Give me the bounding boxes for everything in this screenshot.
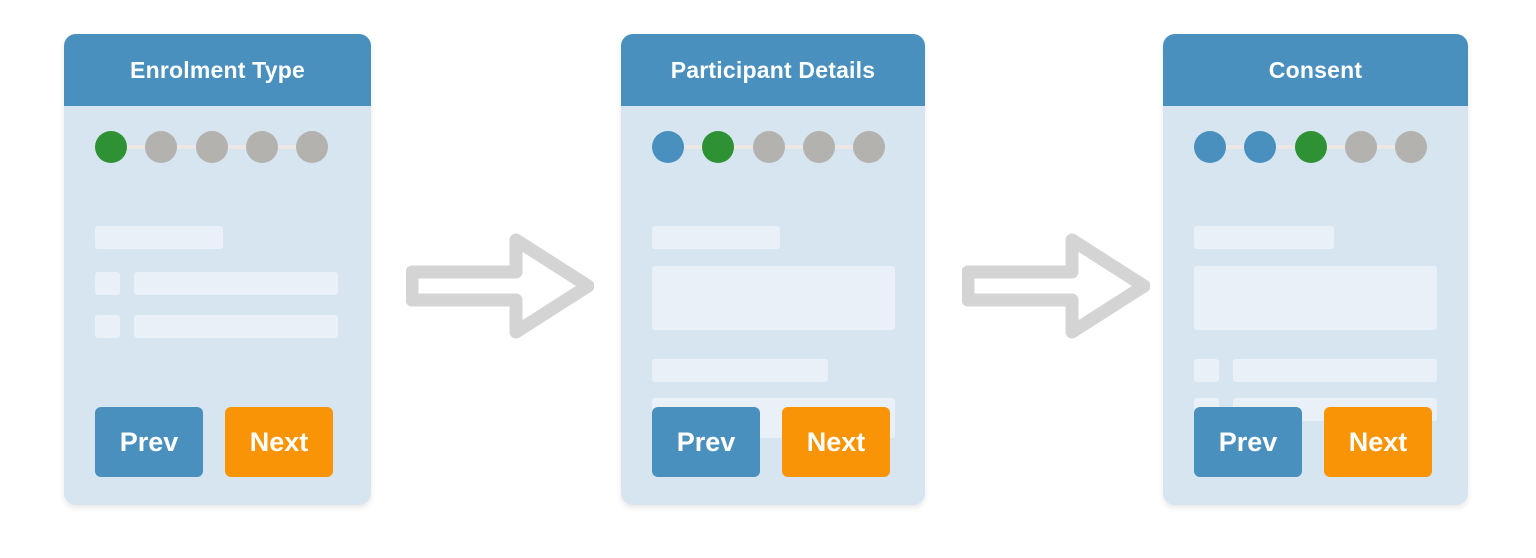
step-dot-1[interactable]: [95, 131, 127, 163]
next-button[interactable]: Next: [1324, 407, 1432, 477]
prev-button[interactable]: Prev: [652, 407, 760, 477]
step-dot-2[interactable]: [1244, 131, 1277, 163]
step-dot-3[interactable]: [1294, 131, 1327, 163]
step-dot-4[interactable]: [802, 131, 835, 163]
step-dot-3[interactable]: [195, 131, 228, 163]
prev-button[interactable]: Prev: [1194, 407, 1302, 477]
step-dot-4[interactable]: [1344, 131, 1377, 163]
step-dot-1[interactable]: [1194, 131, 1226, 163]
skeleton-consent-text: [1194, 266, 1437, 330]
skeleton-field-label-1: [652, 226, 780, 249]
wizard-card-participant-details: Participant Details Prev Next: [621, 34, 925, 505]
card-footer-actions: Prev Next: [95, 407, 333, 477]
skeleton-radio-1[interactable]: [95, 272, 120, 295]
step-dot-1[interactable]: [652, 131, 684, 163]
step-dot-5[interactable]: [1395, 131, 1427, 163]
skeleton-field-label-2: [652, 359, 828, 382]
skeleton-radio-label-2: [134, 315, 338, 338]
card-header: Enrolment Type: [64, 34, 371, 106]
card-title: Enrolment Type: [130, 56, 305, 83]
skeleton-radio-label-1: [134, 272, 338, 295]
flow-arrow-right-icon: [962, 232, 1150, 340]
prev-button[interactable]: Prev: [95, 407, 203, 477]
step-indicator: [1194, 130, 1427, 164]
skeleton-radio-2[interactable]: [95, 315, 120, 338]
skeleton-checkbox-label-1: [1233, 359, 1437, 382]
step-indicator: [652, 130, 885, 164]
next-button[interactable]: Next: [782, 407, 890, 477]
step-dot-3[interactable]: [752, 131, 785, 163]
card-body: Prev Next: [621, 106, 925, 505]
skeleton-field-label: [1194, 226, 1334, 249]
card-title: Consent: [1268, 56, 1363, 83]
wizard-flow-diagram: Enrolment Type Prev Next Participant Det…: [0, 0, 1536, 558]
step-indicator: [95, 130, 328, 164]
step-dot-5[interactable]: [853, 131, 885, 163]
step-dot-5[interactable]: [296, 131, 328, 163]
card-footer-actions: Prev Next: [652, 407, 890, 477]
card-footer-actions: Prev Next: [1194, 407, 1432, 477]
wizard-card-enrolment-type: Enrolment Type Prev Next: [64, 34, 371, 505]
flow-arrow-right-icon: [406, 232, 594, 340]
step-dot-2[interactable]: [145, 131, 178, 163]
card-header: Participant Details: [621, 34, 925, 106]
card-header: Consent: [1163, 34, 1468, 106]
card-body: Prev Next: [1163, 106, 1468, 505]
wizard-card-consent: Consent Prev Next: [1163, 34, 1468, 505]
step-dot-4[interactable]: [245, 131, 278, 163]
skeleton-field-label: [95, 226, 223, 249]
step-dot-2[interactable]: [702, 131, 735, 163]
skeleton-checkbox-1[interactable]: [1194, 359, 1219, 382]
card-title: Participant Details: [670, 56, 876, 83]
skeleton-input-1[interactable]: [652, 266, 895, 330]
card-body: Prev Next: [64, 106, 371, 505]
next-button[interactable]: Next: [225, 407, 333, 477]
